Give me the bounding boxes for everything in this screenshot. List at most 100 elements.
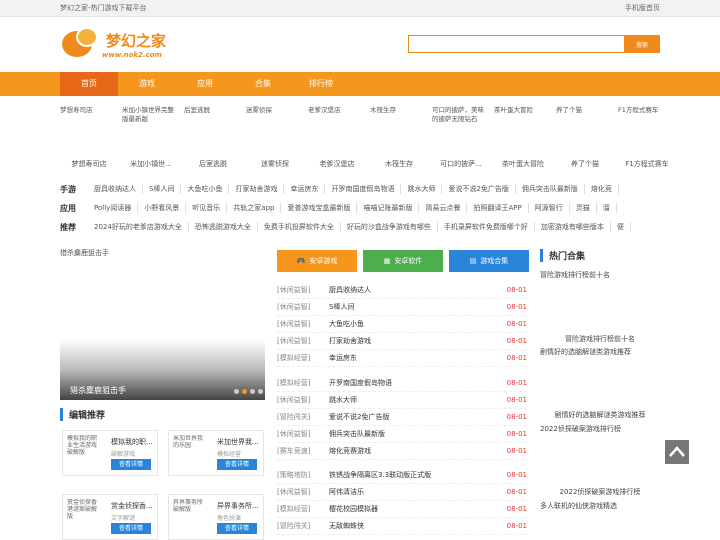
- game-thumb[interactable]: 木筏生存: [370, 106, 428, 142]
- view-details-button[interactable]: 查看详情: [217, 459, 257, 470]
- game-thumb[interactable]: 茶叶蛋大冒险: [494, 106, 552, 142]
- item-name[interactable]: 佣兵突击队最新版: [329, 429, 507, 439]
- game-card[interactable]: 养了个猫 养了个猫: [556, 106, 614, 168]
- row-link[interactable]: 手机录屏软件免费版哪个好: [438, 222, 535, 232]
- item-name[interactable]: 开罗南国度假岛物语: [329, 378, 507, 388]
- game-name[interactable]: 养了个猫: [556, 159, 614, 169]
- row-link[interactable]: 喵喵记账最新版: [357, 203, 420, 213]
- row-link[interactable]: 爱说不说2免广告版: [442, 184, 516, 194]
- view-details-button[interactable]: 查看详情: [111, 459, 151, 470]
- game-name[interactable]: F1方程式赛车: [618, 159, 676, 169]
- item-category[interactable]: [休闲益智]: [277, 395, 329, 405]
- item-name[interactable]: 无敌蜘蛛侠: [329, 521, 507, 531]
- item-category[interactable]: [休闲益智]: [277, 336, 329, 346]
- row-link[interactable]: S棒人间: [143, 184, 182, 194]
- nav-rankings[interactable]: 排行榜: [292, 72, 350, 96]
- collection-image[interactable]: 多人联机的仙侠游戏精选: [540, 501, 660, 511]
- slider-dot[interactable]: [234, 389, 239, 394]
- game-name[interactable]: 木筏生存: [370, 159, 428, 169]
- item-category[interactable]: [模拟经营]: [277, 378, 329, 388]
- game-card[interactable]: 米加小镇世界完整版最新版米加小镇世...: [122, 106, 180, 168]
- game-thumb[interactable]: 养了个猫: [556, 106, 614, 142]
- tab-android-apps[interactable]: ▦ 安卓软件: [363, 250, 443, 272]
- pick-title[interactable]: 模拟我的职...: [111, 437, 157, 447]
- row-link[interactable]: 跳水大师: [401, 184, 443, 194]
- row-link[interactable]: 听见音乐: [186, 203, 228, 213]
- pick-thumb[interactable]: 模拟我的职业生活游戏破解版: [67, 435, 99, 473]
- editor-pick-card[interactable]: 米加世界我的乐园 米加世界我... 模拟经营 查看详情: [168, 430, 264, 476]
- slider-dot[interactable]: [250, 389, 255, 394]
- item-category[interactable]: [冒险闯关]: [277, 412, 329, 422]
- row-link[interactable]: 恐怖逃脱游戏大全: [189, 222, 258, 232]
- item-name[interactable]: 铁锈战争隔离区3.3联动版正式版: [329, 470, 507, 480]
- row-link[interactable]: 熔化竞: [585, 184, 619, 194]
- item-name[interactable]: 厨具收纳达人: [329, 285, 507, 295]
- game-card[interactable]: 茶叶蛋大冒险 茶叶蛋大冒险: [494, 106, 552, 168]
- row-link[interactable]: 打家劫舍游戏: [229, 184, 285, 194]
- list-item[interactable]: [休闲益智] 厨具收纳达人 08-01: [277, 282, 527, 299]
- pick-title[interactable]: 异界事务所...: [217, 501, 263, 511]
- list-item[interactable]: [模拟经营] 开罗南国度假岛物语 08-01: [277, 375, 527, 392]
- game-thumb[interactable]: 米加小镇世界完整版最新版: [122, 106, 180, 142]
- item-name[interactable]: 熔化竞赛游戏: [329, 446, 507, 456]
- row-link[interactable]: 佣兵突击队最新版: [516, 184, 585, 194]
- item-category[interactable]: [策略塔防]: [277, 470, 329, 480]
- list-item[interactable]: [模拟经营] 樱花校园模拟器 08-01: [277, 501, 527, 518]
- pick-title[interactable]: 赏金侦探香...: [111, 501, 157, 511]
- list-item[interactable]: [策略塔防] 铁锈战争隔离区3.3联动版正式版 08-01: [277, 467, 527, 484]
- game-name[interactable]: 米加小镇世...: [122, 159, 180, 169]
- list-item[interactable]: [休闲益智] 大鱼吃小鱼 08-01: [277, 316, 527, 333]
- nav-home[interactable]: 首页: [60, 72, 118, 96]
- editor-pick-card[interactable]: 模拟我的职业生活游戏破解版 模拟我的职... 破解游戏 查看详情: [62, 430, 158, 476]
- list-item[interactable]: [赛车竞速] 熔化竞赛游戏 08-01: [277, 443, 527, 460]
- item-category[interactable]: [休闲益智]: [277, 319, 329, 329]
- item-category[interactable]: [休闲益智]: [277, 302, 329, 312]
- game-name[interactable]: 迷雾侦探: [246, 159, 304, 169]
- item-category[interactable]: [赛车竞速]: [277, 446, 329, 456]
- item-name[interactable]: 跳水大师: [329, 395, 507, 405]
- collection-image[interactable]: 剧情好的选脑解谜类游戏推荐: [540, 347, 660, 357]
- row-link[interactable]: 溜: [597, 203, 617, 213]
- game-name[interactable]: 可口的披萨...: [432, 159, 490, 169]
- row-link[interactable]: 好玩的沙盒战争游戏有哪些: [341, 222, 438, 232]
- collection-caption[interactable]: 冒险游戏排行榜前十名: [540, 334, 660, 344]
- row-link[interactable]: 拍照翻译王APP: [467, 203, 529, 213]
- item-name[interactable]: 幸运房东: [329, 353, 507, 363]
- game-name[interactable]: 梦想寿司店: [60, 159, 118, 169]
- item-name[interactable]: 打家劫舍游戏: [329, 336, 507, 346]
- item-name[interactable]: 大鱼吃小鱼: [329, 319, 507, 329]
- game-thumb[interactable]: 后室逃脱: [184, 106, 242, 142]
- back-to-top-button[interactable]: [665, 440, 689, 464]
- collection-image[interactable]: 2022侦探破案游戏排行榜: [540, 424, 660, 434]
- collection-caption[interactable]: 剧情好的选脑解谜类游戏推荐: [540, 410, 660, 420]
- slider-dot[interactable]: [258, 389, 263, 394]
- view-details-button[interactable]: 查看详情: [217, 523, 257, 534]
- nav-apps[interactable]: 应用: [176, 72, 234, 96]
- list-item[interactable]: [模拟经营] 幸运房东 08-01: [277, 350, 527, 367]
- game-card[interactable]: 木筏生存 木筏生存: [370, 106, 428, 168]
- collection-caption[interactable]: 2022侦探破案游戏排行榜: [540, 487, 660, 497]
- game-card[interactable]: 迷雾侦探 迷雾侦探: [246, 106, 304, 168]
- editor-pick-card[interactable]: 赏金侦探香港谜案破解版 赏金侦探香... 文字解谜 查看详情: [62, 494, 158, 540]
- pick-thumb[interactable]: 米加世界我的乐园: [173, 435, 205, 473]
- nav-games[interactable]: 游戏: [118, 72, 176, 96]
- game-name[interactable]: 老爹汉堡店: [308, 159, 366, 169]
- list-item[interactable]: [休闲益智] 佣兵突击队最新版 08-01: [277, 426, 527, 443]
- game-name[interactable]: 茶叶蛋大冒险: [494, 159, 552, 169]
- slider-dot-active[interactable]: [242, 389, 247, 394]
- item-name[interactable]: 爱说不说2免广告版: [329, 412, 507, 422]
- item-name[interactable]: 阿伟清洁乐: [329, 487, 507, 497]
- row-link[interactable]: 爱普游戏宝盒最新版: [281, 203, 358, 213]
- row-link[interactable]: 幸运房东: [284, 184, 326, 194]
- item-category[interactable]: [休闲益智]: [277, 487, 329, 497]
- view-details-button[interactable]: 查看详情: [111, 523, 151, 534]
- list-item[interactable]: [休闲益智] 阿伟清洁乐 08-01: [277, 484, 527, 501]
- game-card[interactable]: 后室逃脱 后室逃脱: [184, 106, 242, 168]
- banner-caption[interactable]: 猎杀麋鹿狙击手: [70, 385, 126, 396]
- item-category[interactable]: [休闲益智]: [277, 429, 329, 439]
- row-link[interactable]: 简易云点餐: [419, 203, 468, 213]
- list-item[interactable]: [休闲益智] 跳水大师 08-01: [277, 392, 527, 409]
- search-button[interactable]: 搜索: [624, 35, 660, 53]
- pick-thumb[interactable]: 异界事务所破解版: [173, 499, 205, 537]
- item-name[interactable]: 樱花校园模拟器: [329, 504, 507, 514]
